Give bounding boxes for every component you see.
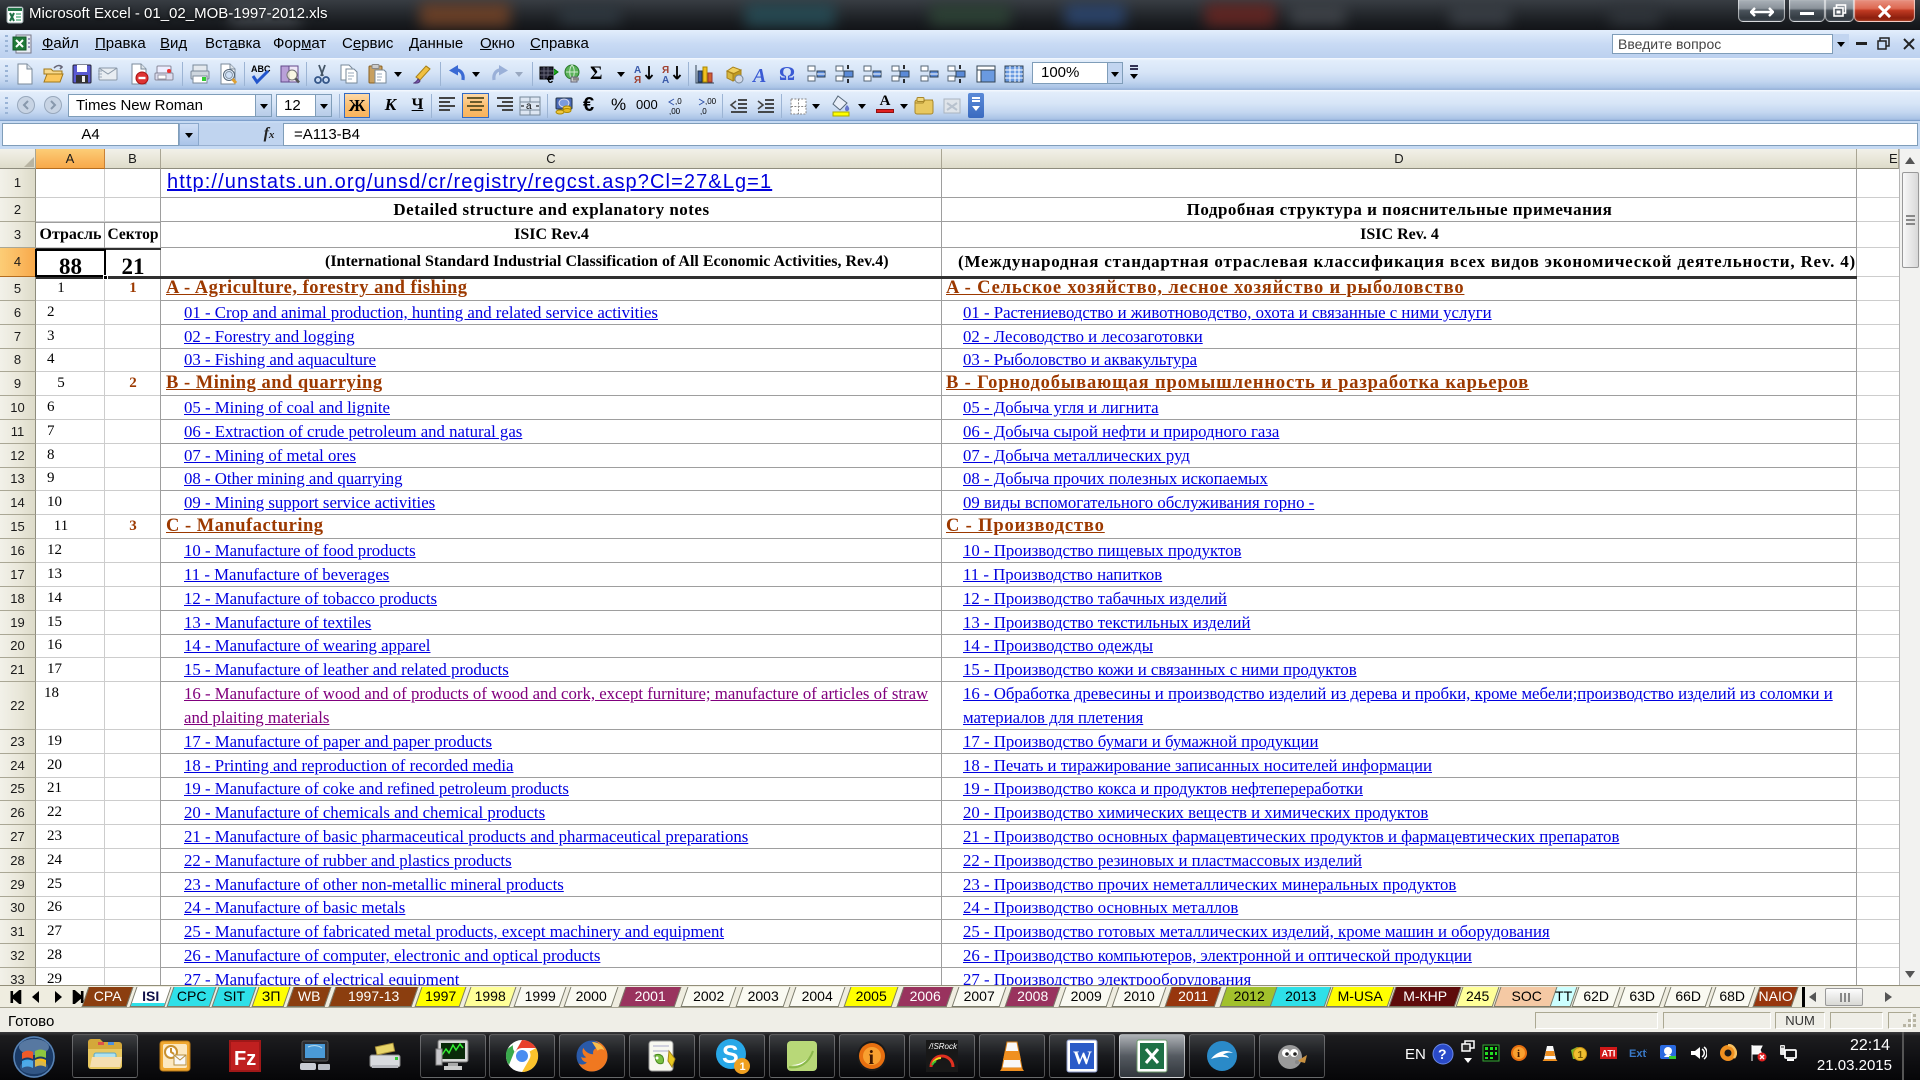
svg-text:1: 1 xyxy=(740,1061,746,1073)
svg-text:a: a xyxy=(526,101,532,112)
svg-text:/!SRock: /!SRock xyxy=(928,1042,958,1051)
svg-text:i: i xyxy=(1517,1048,1520,1060)
svg-text:Fz: Fz xyxy=(234,1048,256,1070)
svg-text:?: ? xyxy=(1438,1046,1447,1062)
svg-text:,00: ,00 xyxy=(669,107,681,116)
svg-text:i: i xyxy=(869,1047,875,1069)
svg-text:ATI: ATI xyxy=(1602,1049,1616,1059)
svg-text:1: 1 xyxy=(1578,1050,1584,1061)
svg-text:,00: ,00 xyxy=(705,97,717,106)
svg-text:А: А xyxy=(662,75,669,85)
svg-text:,0: ,0 xyxy=(700,107,707,116)
svg-text:A: A xyxy=(751,65,766,85)
svg-text:W: W xyxy=(1073,1048,1092,1069)
svg-text:,0: ,0 xyxy=(675,97,682,106)
svg-text:Я: Я xyxy=(634,75,641,85)
svg-text:Ext²: Ext² xyxy=(1629,1048,1647,1060)
svg-text:€: € xyxy=(547,74,553,85)
